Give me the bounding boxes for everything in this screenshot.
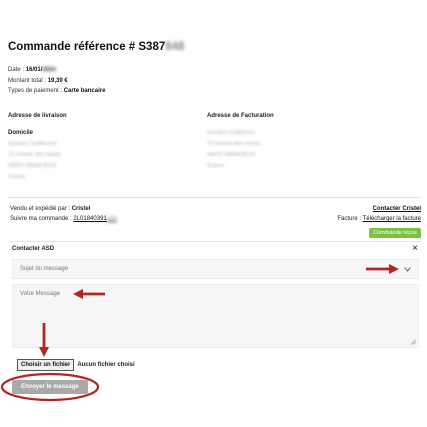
annotation-circle: [0, 372, 100, 402]
annotation-arrow-down: [39, 323, 49, 357]
annotation-arrow-left: [73, 289, 105, 299]
annotation-arrow-right: [366, 264, 399, 274]
annotation-overlay: [0, 264, 399, 402]
